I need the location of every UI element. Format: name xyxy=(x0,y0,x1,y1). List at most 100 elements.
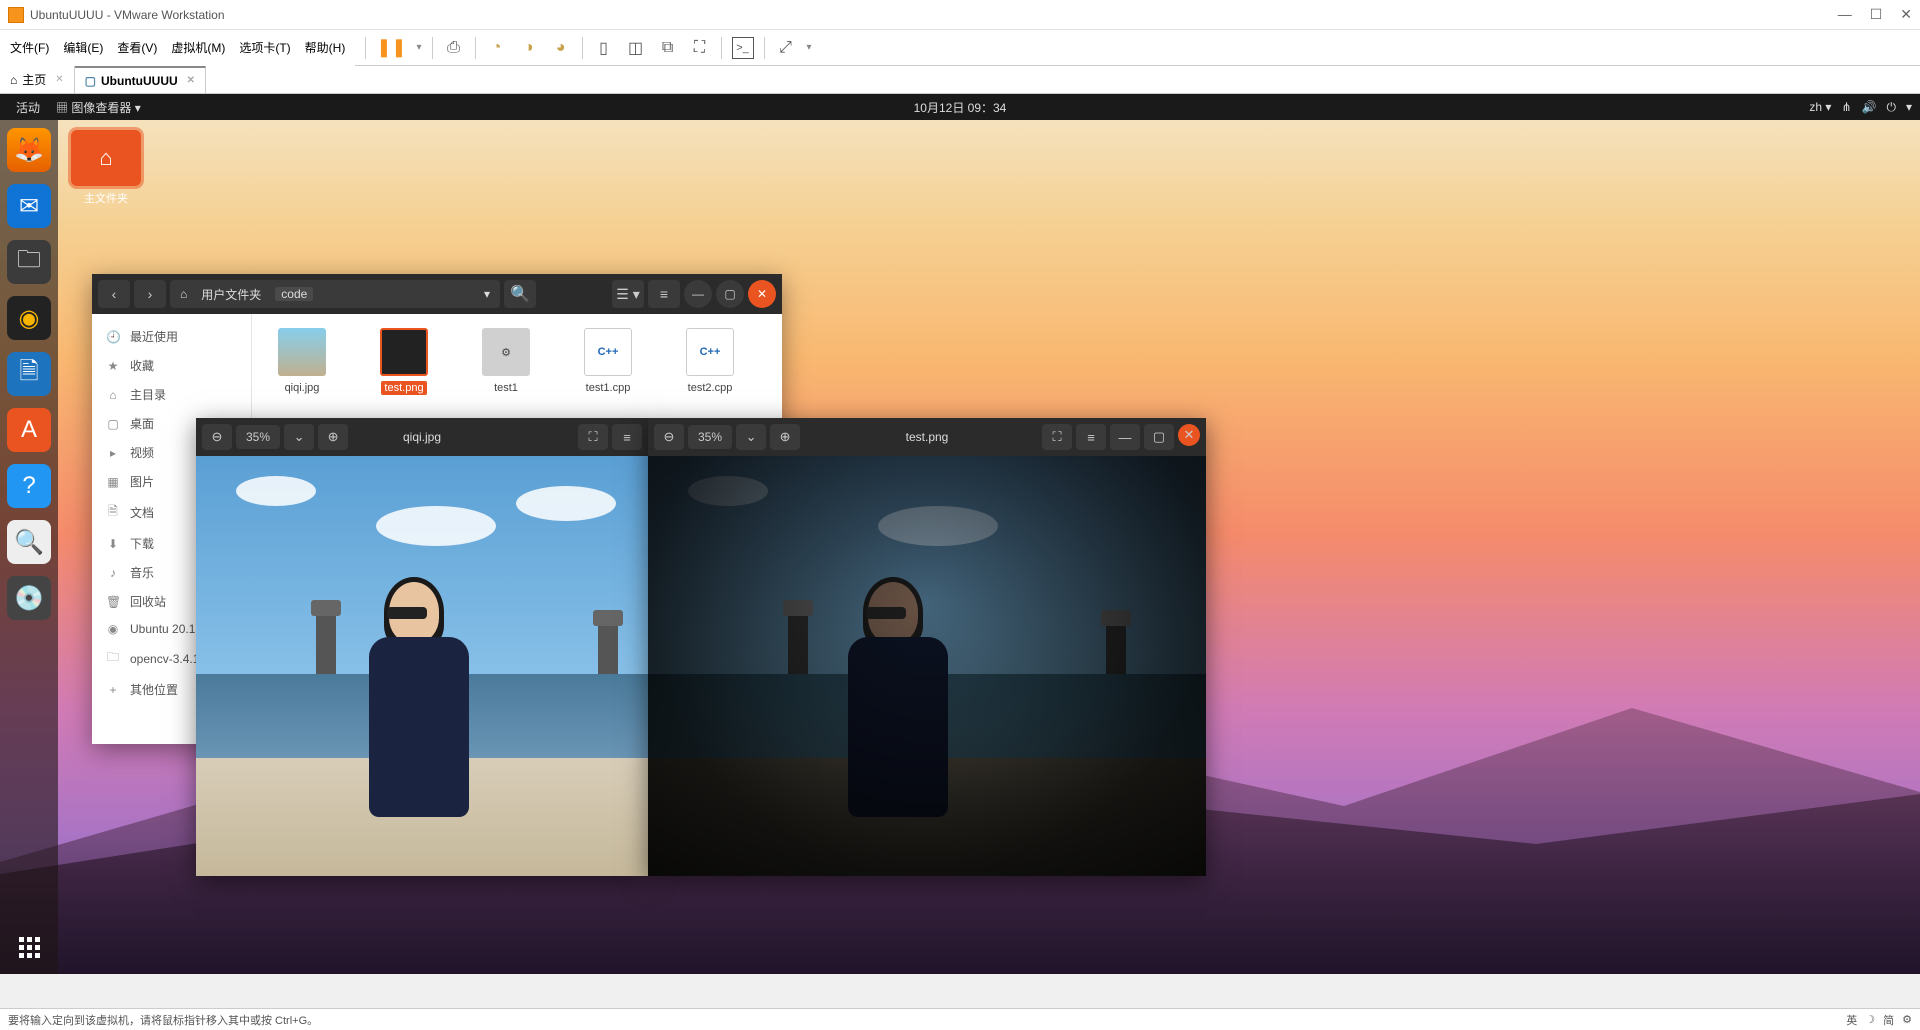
image-viewer-test: ⊖ 35% ⌄ ⊕ test.png ⛶ ≡ — ▢ ✕ xyxy=(648,418,1206,876)
path-segment[interactable]: 用户文件夹 xyxy=(195,286,267,303)
download-icon: ⬇ xyxy=(106,537,120,551)
ubuntu-topbar: 活动 ▦ 图像查看器 ▾ 10月12日 09：34 zh ▾ ⋔ 🔊 ⏻ ▾ xyxy=(0,94,1920,120)
zoom-in-button[interactable]: ⊕ xyxy=(770,424,800,450)
cpp-icon: C++ xyxy=(584,328,632,376)
system-tray[interactable]: zh ▾ ⋔ 🔊 ⏻ ▾ xyxy=(1809,100,1912,115)
hamburger-button[interactable]: ≡ xyxy=(648,280,680,308)
dock-disc[interactable]: 💿 xyxy=(7,576,51,620)
chevron-down-icon[interactable]: ▾ xyxy=(1906,100,1912,114)
file-item[interactable]: test.png xyxy=(368,328,440,394)
disk-icon: ◉ xyxy=(106,622,120,636)
tab-home[interactable]: ⌂ 主页 ✕ xyxy=(0,66,75,93)
fullscreen-button[interactable]: ⛶ xyxy=(578,424,608,450)
minimize-button[interactable]: — xyxy=(684,280,712,308)
dock-writer[interactable]: 🗎 xyxy=(7,352,51,396)
dock-thunderbird[interactable]: ✉ xyxy=(7,184,51,228)
power-icon[interactable]: ⏻ xyxy=(1886,100,1896,115)
tab-close-icon[interactable]: ✕ xyxy=(55,74,63,85)
stretch-icon[interactable]: ⤢ xyxy=(775,37,797,59)
menu-help[interactable]: 帮助(H) xyxy=(305,39,346,56)
doc-icon: 🗎 xyxy=(106,502,120,523)
dock-files[interactable]: 🗀 xyxy=(7,240,51,284)
zoom-out-button[interactable]: ⊖ xyxy=(654,424,684,450)
folder-icon: 🗀 xyxy=(106,648,120,669)
tab-label: 主页 xyxy=(22,71,46,88)
dock-show-apps[interactable] xyxy=(19,937,40,958)
viewer-title: qiqi.jpg xyxy=(403,430,441,444)
image-viewer-qiqi: ⊖ 35% ⌄ ⊕ qiqi.jpg ⛶ ≡ xyxy=(196,418,648,876)
ime-simplified[interactable]: 简 xyxy=(1883,1012,1894,1028)
file-item[interactable]: C++test1.cpp xyxy=(572,328,644,394)
fullscreen-button[interactable]: ⛶ xyxy=(1042,424,1072,450)
star-icon: ★ xyxy=(106,359,120,373)
menu-vm[interactable]: 虚拟机(M) xyxy=(171,39,225,56)
zoom-in-button[interactable]: ⊕ xyxy=(318,424,348,450)
hamburger-button[interactable]: ≡ xyxy=(1076,424,1106,450)
zoom-out-button[interactable]: ⊖ xyxy=(202,424,232,450)
view-split-icon[interactable]: ◫ xyxy=(625,37,647,59)
snapshot-revert-icon[interactable]: ◑ xyxy=(518,37,540,59)
zoom-level[interactable]: 35% xyxy=(688,425,732,449)
snapshot-icon[interactable]: ◔ xyxy=(486,37,508,59)
close-button[interactable]: ✕ xyxy=(748,280,776,308)
forward-button[interactable]: › xyxy=(134,280,166,308)
menu-file[interactable]: 文件(F) xyxy=(10,39,49,56)
image-canvas[interactable] xyxy=(648,456,1206,876)
file-item[interactable]: qiqi.jpg xyxy=(266,328,338,394)
back-button[interactable]: ‹ xyxy=(98,280,130,308)
app-menu[interactable]: ▦ 图像查看器 ▾ xyxy=(48,99,149,116)
clock[interactable]: 10月12日 09：34 xyxy=(914,99,1007,116)
volume-icon[interactable]: 🔊 xyxy=(1862,100,1877,114)
send-keys-icon[interactable]: ⎙ xyxy=(443,37,465,59)
menu-view[interactable]: 查看(V) xyxy=(117,39,157,56)
menu-tabs[interactable]: 选项卡(T) xyxy=(239,39,290,56)
network-icon[interactable]: ⋔ xyxy=(1841,100,1851,114)
minimize-button[interactable]: — xyxy=(1110,424,1140,450)
ime-mode-icon[interactable]: ☽ xyxy=(1865,1013,1875,1026)
dock-rhythmbox[interactable]: ◉ xyxy=(7,296,51,340)
gear-icon[interactable]: ⚙ xyxy=(1902,1013,1912,1026)
zoom-level[interactable]: 35% xyxy=(236,425,280,449)
zoom-dropdown[interactable]: ⌄ xyxy=(284,424,314,450)
menu-edit[interactable]: 编辑(E) xyxy=(63,39,103,56)
search-button[interactable]: 🔍 xyxy=(504,280,536,308)
snapshot-manager-icon[interactable]: ◕ xyxy=(550,37,572,59)
lang-indicator[interactable]: zh ▾ xyxy=(1809,100,1831,114)
minimize-button[interactable]: — xyxy=(1838,6,1852,23)
ime-lang[interactable]: 英 xyxy=(1846,1012,1857,1028)
view-toggle-button[interactable]: ☰ ▾ xyxy=(612,280,644,308)
vmware-titlebar: UbuntuUUUU - VMware Workstation — ☐ ✕ xyxy=(0,0,1920,30)
zoom-dropdown[interactable]: ⌄ xyxy=(736,424,766,450)
sidebar-item-home[interactable]: ⌂主目录 xyxy=(92,380,251,409)
dock-help[interactable]: ? xyxy=(7,464,51,508)
view-unity-icon[interactable]: ⧉ xyxy=(657,37,679,59)
file-item[interactable]: C++test2.cpp xyxy=(674,328,746,394)
chevron-down-icon[interactable]: ▾ xyxy=(484,287,490,301)
file-item[interactable]: ⚙test1 xyxy=(470,328,542,394)
activities-button[interactable]: 活动 xyxy=(8,99,48,116)
dock-firefox[interactable]: 🦊 xyxy=(7,128,51,172)
maximize-button[interactable]: ☐ xyxy=(1870,6,1883,23)
sidebar-item-recent[interactable]: 🕘最近使用 xyxy=(92,322,251,351)
binary-icon: ⚙ xyxy=(482,328,530,376)
close-button[interactable]: ✕ xyxy=(1900,6,1912,23)
path-segment-current[interactable]: code xyxy=(275,287,313,301)
maximize-button[interactable]: ▢ xyxy=(1144,424,1174,450)
sidebar-item-starred[interactable]: ★收藏 xyxy=(92,351,251,380)
close-button[interactable]: ✕ xyxy=(1178,424,1200,446)
view-single-icon[interactable]: ▯ xyxy=(593,37,615,59)
hamburger-button[interactable]: ≡ xyxy=(612,424,642,450)
dock-image-viewer[interactable]: 🔍 xyxy=(7,520,51,564)
path-bar[interactable]: ⌂ 用户文件夹 code ▾ xyxy=(170,280,500,308)
desktop-home-folder[interactable]: ⌂ 主文件夹 xyxy=(64,130,148,206)
nautilus-headerbar: ‹ › ⌂ 用户文件夹 code ▾ 🔍 ☰ ▾ ≡ — ▢ ✕ xyxy=(92,274,782,314)
tab-ubuntu[interactable]: ▢ UbuntuUUUU ✕ xyxy=(75,66,206,93)
dock-software[interactable]: A xyxy=(7,408,51,452)
console-icon[interactable]: >_ xyxy=(732,37,754,59)
vm-viewport[interactable]: 活动 ▦ 图像查看器 ▾ 10月12日 09：34 zh ▾ ⋔ 🔊 ⏻ ▾ 🦊… xyxy=(0,94,1920,974)
pause-icon[interactable]: ❚❚ xyxy=(376,37,406,58)
tab-close-icon[interactable]: ✕ xyxy=(187,75,195,86)
image-canvas[interactable] xyxy=(196,456,648,876)
view-fullscreen-icon[interactable]: ⛶ xyxy=(689,37,711,59)
maximize-button[interactable]: ▢ xyxy=(716,280,744,308)
